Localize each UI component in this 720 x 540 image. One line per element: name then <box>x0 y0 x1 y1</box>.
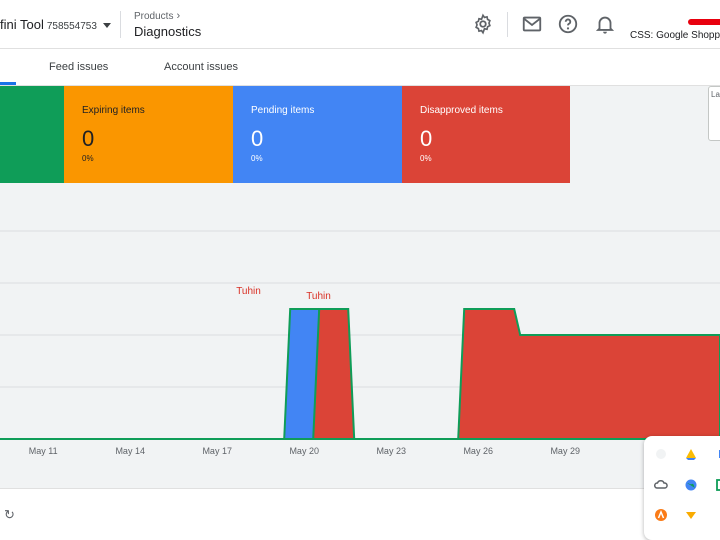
date-range-label: Las <box>711 90 720 99</box>
breadcrumb-products: Products <box>134 11 174 22</box>
drive-icon[interactable] <box>684 447 698 461</box>
top-bar: fini Tool 758554753 Products › Diagnostics… <box>0 0 720 49</box>
active-tab-indicator <box>0 82 16 85</box>
account-id: 758554753 <box>46 21 97 32</box>
card-label: Expiring items <box>82 105 145 116</box>
redaction-mark <box>688 19 720 25</box>
card-percent: 0% <box>420 154 432 163</box>
card-percent: 0% <box>82 154 94 163</box>
card-value: 0 <box>82 126 95 151</box>
account-switcher[interactable]: fini Tool 758554753 <box>0 17 111 32</box>
card-disapproved-items[interactable]: Disapproved items 0 0% <box>402 86 570 183</box>
card-active-items[interactable] <box>0 86 64 183</box>
header-divider-right <box>507 12 508 37</box>
card-label: Pending items <box>251 105 315 116</box>
chart-annotation: Tuhin <box>306 291 331 302</box>
ads-icon[interactable] <box>654 508 668 522</box>
items-over-time-chart: May 11 May 14 May 17 May 20 May 23 May 26 May … <box>0 230 720 456</box>
page-title: Diagnostics <box>134 24 202 39</box>
card-value: 0 <box>251 126 264 151</box>
bell-icon[interactable] <box>594 13 616 35</box>
card-expiring-items[interactable]: Expiring items 0 0% <box>64 86 233 183</box>
header-divider <box>120 11 121 38</box>
app-blank-icon[interactable] <box>654 447 668 461</box>
gear-icon[interactable] <box>472 13 494 35</box>
mail-icon[interactable] <box>521 13 543 35</box>
tab-account-issues[interactable]: Account issues <box>164 61 238 73</box>
css-label: CSS: Google Shopping <box>627 29 720 42</box>
footer-bar: ↻ <box>0 488 720 540</box>
x-tick-label: May 17 <box>202 446 232 456</box>
x-tick-label: May 26 <box>463 446 493 456</box>
card-percent: 0% <box>251 154 263 163</box>
cloud-icon[interactable] <box>654 478 668 492</box>
chart-area: May 11 May 14 May 17 May 20 May 23 May 26 May … <box>0 183 720 488</box>
app-launcher-panel <box>644 436 720 540</box>
analytics-icon[interactable] <box>684 508 698 522</box>
card-value: 0 <box>420 126 433 151</box>
help-icon[interactable] <box>557 13 579 35</box>
chevron-right-icon: › <box>176 10 181 22</box>
x-tick-label: May 20 <box>289 446 319 456</box>
earth-icon[interactable] <box>684 478 698 492</box>
x-tick-label: May 23 <box>376 446 406 456</box>
sheets-icon[interactable] <box>714 478 720 492</box>
x-tick-label: May 11 <box>29 446 58 456</box>
x-tick-label: May 29 <box>550 446 580 456</box>
breadcrumb[interactable]: Products › <box>134 10 180 22</box>
refresh-icon[interactable]: ↻ <box>4 507 15 523</box>
tab-feed-issues[interactable]: Feed issues <box>49 61 108 73</box>
date-range-selector[interactable]: Las <box>708 86 720 141</box>
chart-annotation: Tuhin <box>236 286 261 297</box>
x-tick-label: May 14 <box>115 446 145 456</box>
card-label: Disapproved items <box>420 105 503 116</box>
card-pending-items[interactable]: Pending items 0 0% <box>233 86 402 183</box>
account-name: fini Tool <box>0 17 44 32</box>
app-partial-icon[interactable] <box>714 447 720 461</box>
caret-down-icon <box>102 23 111 29</box>
series-area-2 <box>0 308 720 440</box>
tab-bar: Feed issues Account issues <box>0 49 720 86</box>
